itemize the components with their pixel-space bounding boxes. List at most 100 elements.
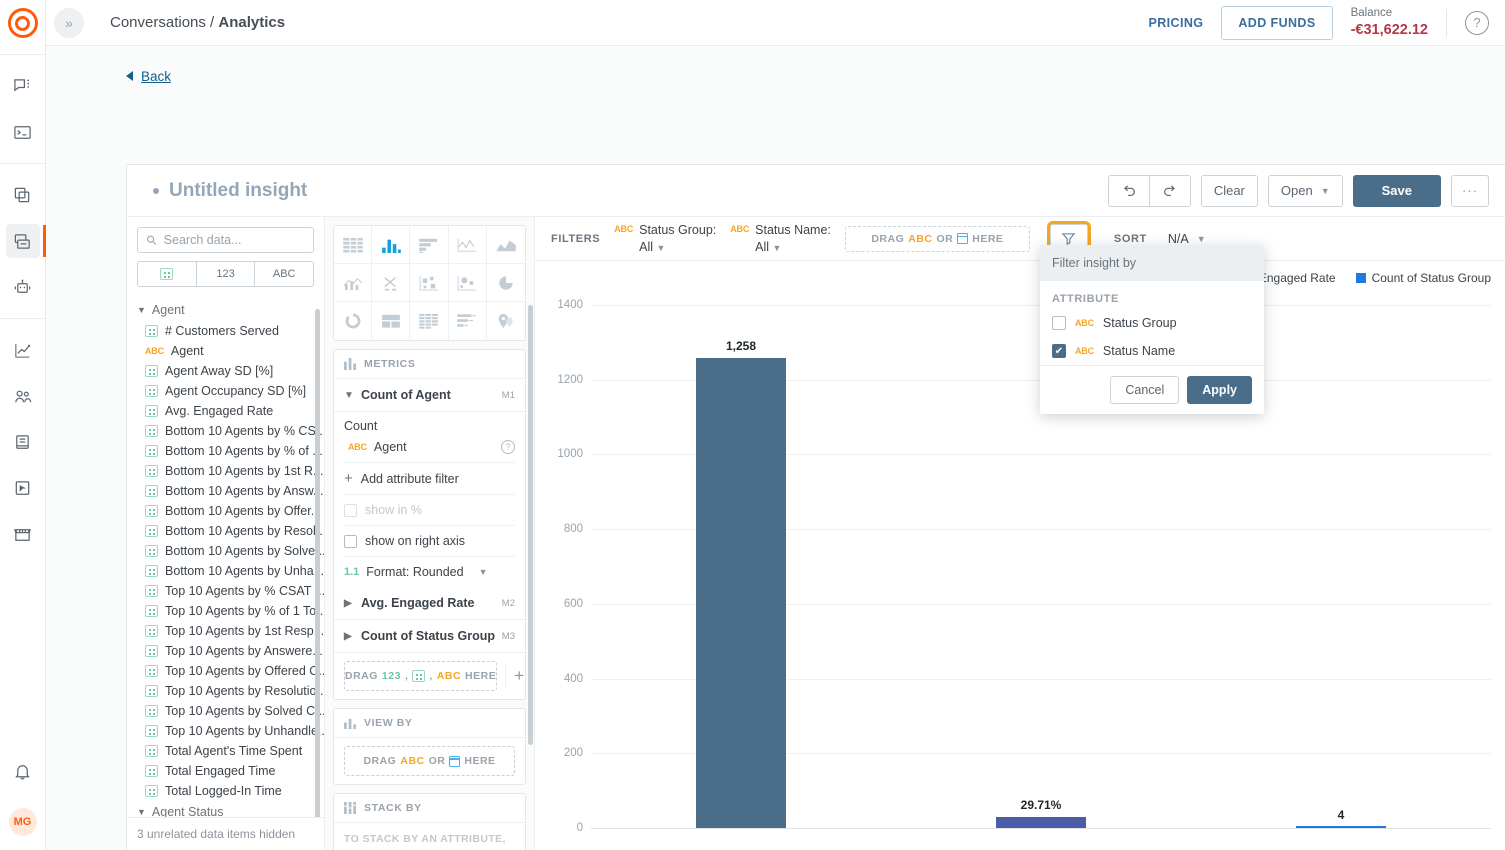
breadcrumb-root[interactable]: Conversations <box>110 14 206 31</box>
table-chart-icon[interactable] <box>334 226 372 264</box>
show-on-right-axis-row[interactable]: show on right axis <box>344 525 515 556</box>
analytics-icon[interactable] <box>6 333 40 367</box>
treemap-chart-icon[interactable] <box>410 264 448 302</box>
terminal-icon[interactable] <box>6 115 40 149</box>
filter-chip-status-group[interactable]: ABC Status Group: All ▼ <box>614 222 716 256</box>
scatter-plot-icon[interactable] <box>372 264 410 302</box>
metric-item-m3[interactable]: ▶ Count of Status Group M3 <box>334 620 525 653</box>
open-button[interactable]: Open ▼ <box>1268 175 1343 207</box>
catalog-scrollbar[interactable] <box>315 309 320 817</box>
users-icon[interactable] <box>6 379 40 413</box>
catalog-item[interactable]: Top 10 Agents by Answere... <box>127 641 324 661</box>
catalog-item[interactable]: Avg. Engaged Rate <box>127 401 324 421</box>
tab-numbers[interactable]: 123 <box>197 262 256 286</box>
format-selector[interactable]: 1.1 Format: Rounded ▼ <box>344 556 515 581</box>
catalog-item[interactable]: Bottom 10 Agents by Resol... <box>127 521 324 541</box>
chat-icon[interactable] <box>6 69 40 103</box>
chart-plot[interactable]: 14001200100080060040020001,25829.71%4 <box>535 289 1505 850</box>
clear-button[interactable]: Clear <box>1201 175 1258 207</box>
bar-chart-icon[interactable] <box>410 226 448 264</box>
robot-icon[interactable] <box>6 270 40 304</box>
catalog-item[interactable]: Top 10 Agents by Offered C... <box>127 661 324 681</box>
app-logo[interactable] <box>0 0 46 46</box>
search-input[interactable] <box>164 233 305 247</box>
undo-button[interactable] <box>1108 175 1149 207</box>
catalog-list[interactable]: ▼ Agent # Customers ServedABCAgentAgent … <box>127 287 324 817</box>
catalog-group-agent[interactable]: ▼ Agent <box>127 299 324 321</box>
back-link[interactable]: Back <box>126 69 171 84</box>
catalog-item[interactable]: Total Logged-In Time <box>127 781 324 801</box>
tab-text[interactable]: ABC <box>255 262 313 286</box>
question-circle-icon[interactable]: ? <box>501 440 515 454</box>
show-on-right-axis-checkbox[interactable] <box>344 535 357 548</box>
chart-bar[interactable] <box>696 358 786 828</box>
chart-bar[interactable] <box>996 817 1086 828</box>
catalog-item[interactable]: Top 10 Agents by Unhandle... <box>127 721 324 741</box>
bullet-chart-icon[interactable] <box>449 302 487 340</box>
combo-chart-icon[interactable] <box>334 264 372 302</box>
catalog-item[interactable]: Total Agent's Time Spent <box>127 741 324 761</box>
column-chart-icon[interactable] <box>372 226 410 264</box>
config-scrollbar[interactable] <box>528 305 533 745</box>
metric-attribute-row[interactable]: ABC Agent ? <box>344 437 515 462</box>
metric-item-m2[interactable]: ▶ Avg. Engaged Rate M2 <box>334 587 525 620</box>
catalog-item[interactable]: Top 10 Agents by % of 1 To... <box>127 601 324 621</box>
geo-chart-icon[interactable] <box>487 302 525 340</box>
archive-icon[interactable] <box>6 224 40 258</box>
redo-button[interactable] <box>1149 175 1191 207</box>
catalog-item[interactable]: Bottom 10 Agents by % of ... <box>127 441 324 461</box>
book-icon[interactable] <box>6 425 40 459</box>
filters-dropzone[interactable]: DRAG ABC OR HERE <box>845 226 1030 252</box>
cancel-button[interactable]: Cancel <box>1110 376 1179 404</box>
bubble-chart-icon[interactable] <box>449 264 487 302</box>
catalog-item[interactable]: Top 10 Agents by Resolutio... <box>127 681 324 701</box>
line-chart-icon[interactable] <box>449 226 487 264</box>
popup-option-status-name[interactable]: ✔ ABC Status Name <box>1040 337 1264 365</box>
catalog-group-agent-status[interactable]: ▼ Agent Status <box>127 801 324 817</box>
chart-bar[interactable] <box>1296 826 1386 829</box>
metrics-dropzone[interactable]: DRAG 123 , , ABC HERE <box>344 661 497 691</box>
donut-chart-icon[interactable] <box>334 302 372 340</box>
catalog-item[interactable]: Top 10 Agents by Solved C... <box>127 701 324 721</box>
duplicate-icon[interactable] <box>6 178 40 212</box>
filter-chip-status-name[interactable]: ABC Status Name: All ▼ <box>730 222 831 256</box>
catalog-item[interactable]: # Customers Served <box>127 321 324 341</box>
add-funds-button[interactable]: ADD FUNDS <box>1221 6 1332 40</box>
add-metric-button[interactable]: + <box>505 665 524 687</box>
tab-all-types[interactable] <box>138 262 197 286</box>
bell-icon[interactable] <box>6 754 40 788</box>
avatar[interactable]: MG <box>9 808 37 836</box>
view-by-dropzone[interactable]: DRAG ABC OR HERE <box>344 746 515 776</box>
status-name-checkbox[interactable]: ✔ <box>1052 344 1066 358</box>
catalog-item[interactable]: Bottom 10 Agents by Unha... <box>127 561 324 581</box>
add-attribute-filter-button[interactable]: + Add attribute filter <box>344 462 515 494</box>
question-circle-icon[interactable]: ? <box>1465 11 1489 35</box>
catalog-item[interactable]: Agent Away SD [%] <box>127 361 324 381</box>
search-data-box[interactable] <box>137 227 314 253</box>
heatmap-chart-icon[interactable] <box>372 302 410 340</box>
legend-item-count-of-status-group[interactable]: Count of Status Group <box>1356 271 1491 285</box>
catalog-item[interactable]: Total Engaged Time <box>127 761 324 781</box>
catalog-item[interactable]: Agent Occupancy SD [%] <box>127 381 324 401</box>
chevron-double-right-icon[interactable]: » <box>54 8 84 38</box>
more-options-button[interactable]: ··· <box>1451 175 1489 207</box>
apply-button[interactable]: Apply <box>1187 376 1252 404</box>
catalog-item[interactable]: Top 10 Agents by 1st Resp... <box>127 621 324 641</box>
metric-item-m1[interactable]: ▼ Count of Agent M1 <box>334 379 525 412</box>
store-icon[interactable] <box>6 517 40 551</box>
status-group-checkbox[interactable] <box>1052 316 1066 330</box>
catalog-item[interactable]: Bottom 10 Agents by % CS... <box>127 421 324 441</box>
catalog-item[interactable]: Bottom 10 Agents by Offer... <box>127 501 324 521</box>
popup-option-status-group[interactable]: ABC Status Group <box>1040 309 1264 337</box>
catalog-item[interactable]: Top 10 Agents by % CSAT ... <box>127 581 324 601</box>
area-chart-icon[interactable] <box>487 226 525 264</box>
catalog-item[interactable]: Bottom 10 Agents by Solve... <box>127 541 324 561</box>
catalog-item[interactable]: ABCAgent <box>127 341 324 361</box>
flag-icon[interactable] <box>6 471 40 505</box>
pie-chart-icon[interactable] <box>487 264 525 302</box>
insight-title[interactable]: Untitled insight <box>169 180 307 202</box>
catalog-item[interactable]: Bottom 10 Agents by Answ... <box>127 481 324 501</box>
catalog-item[interactable]: Bottom 10 Agents by 1st R... <box>127 461 324 481</box>
save-button[interactable]: Save <box>1353 175 1441 207</box>
pivot-table-icon[interactable] <box>410 302 448 340</box>
